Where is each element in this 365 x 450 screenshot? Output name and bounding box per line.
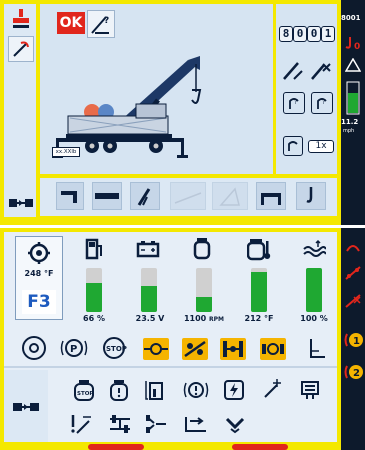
- battery-gauge-fill: [141, 285, 157, 312]
- svg-text:STOP: STOP: [77, 391, 93, 397]
- svg-text:?: ?: [322, 99, 325, 106]
- camera-switch-icon[interactable]: [8, 194, 34, 212]
- hook-block-warning-icon[interactable]: [343, 238, 363, 256]
- crane-hook-icon[interactable]: [8, 6, 34, 32]
- coolant-gauge-fill: [306, 268, 322, 312]
- transmission-temp-icon: [24, 240, 54, 266]
- alert-1-icon[interactable]: 1: [343, 330, 365, 350]
- engine-stop-icon[interactable]: STOP: [72, 378, 96, 402]
- svg-text:1: 1: [353, 336, 360, 347]
- ok-badge[interactable]: OK: [57, 12, 85, 34]
- counter-digit: 0: [307, 26, 321, 42]
- oil-level-icon[interactable]: [143, 378, 167, 402]
- toolbar-boom-button[interactable]: [92, 182, 122, 210]
- counter-digit: 0: [293, 26, 307, 42]
- charging-icon[interactable]: [222, 378, 246, 402]
- engine-temp-gauge-fill: [251, 272, 267, 312]
- section-divider: [4, 366, 337, 368]
- alert-2-icon[interactable]: 2: [343, 362, 365, 382]
- wind-sensor-icon[interactable]: [8, 36, 34, 62]
- display-icon[interactable]: [298, 378, 322, 402]
- toolbar-disabled-button: [170, 182, 206, 210]
- load-indicator-icon: [342, 80, 364, 116]
- speed-unit: mph: [343, 128, 355, 134]
- engine-warning-icon[interactable]: [107, 378, 131, 402]
- fuel-gauge: [86, 268, 102, 312]
- fuel-pump-icon: [84, 237, 106, 261]
- hook-warning-icon[interactable]: 0: [342, 34, 364, 52]
- crab-steer-icon[interactable]: [183, 412, 209, 436]
- all-wheel-steer-icon[interactable]: [143, 412, 169, 436]
- engine-temp-icon: [246, 236, 272, 262]
- brake-circuit-icon[interactable]: [183, 378, 209, 402]
- rpm-gauge-fill: [196, 296, 212, 312]
- rpm-gauge: [196, 268, 212, 312]
- reeving-icon[interactable]: [283, 136, 303, 156]
- coolant-value: 100 %: [300, 314, 328, 323]
- toolbar-crane-config-button[interactable]: [130, 182, 160, 210]
- differential-lock-front-icon[interactable]: [143, 338, 169, 360]
- inclination-icon[interactable]: [302, 336, 328, 360]
- coolant-gauge: [306, 268, 322, 312]
- counter-digit: 8: [279, 26, 293, 42]
- down-chevron-icon[interactable]: [222, 412, 248, 436]
- load-tag: xx.XXlb: [52, 147, 80, 157]
- engine-temp-gauge: [251, 268, 267, 312]
- svg-text:2: 2: [353, 368, 360, 379]
- svg-text:STOP: STOP: [106, 345, 127, 353]
- emergency-steering-icon[interactable]: [68, 412, 94, 436]
- bottom-red-button[interactable]: [88, 444, 144, 450]
- axle-lock-icon[interactable]: [182, 338, 208, 360]
- reeving-mode-badge[interactable]: 1x: [308, 140, 334, 153]
- steering-icon[interactable]: [260, 378, 284, 402]
- toolbar-disabled-button-2: [212, 182, 248, 210]
- parking-brake-icon[interactable]: P: [60, 336, 88, 360]
- engine-temp-value: 212 °F: [244, 314, 274, 323]
- hoist-config-2-icon[interactable]: ?: [311, 92, 333, 114]
- right-strip-value: 8001: [341, 14, 361, 22]
- svg-text:0: 0: [354, 42, 360, 51]
- battery-icon: [135, 238, 161, 260]
- speed-value: 11.2: [341, 118, 359, 126]
- rpm-number: 1100: [183, 314, 207, 323]
- differential-lock-rear-icon[interactable]: [260, 338, 286, 360]
- svg-text:?: ?: [294, 99, 297, 106]
- boom-warning-icon[interactable]: [309, 58, 333, 82]
- battery-value: 23.5 V: [135, 314, 165, 323]
- boom-angle-icon[interactable]: [281, 58, 305, 82]
- gear-indicator: F3: [22, 290, 56, 314]
- fuel-value: 66 %: [83, 314, 105, 323]
- camera-switch-icon[interactable]: [12, 398, 40, 416]
- svg-text:P: P: [70, 344, 77, 355]
- toolbar-hook-button[interactable]: [296, 182, 326, 210]
- engine-icon: [191, 236, 213, 262]
- svg-text:?: ?: [104, 16, 109, 26]
- axle-steer-icon[interactable]: [107, 412, 133, 436]
- battery-gauge: [141, 268, 157, 312]
- oil-temp-value: 248 °F: [24, 269, 54, 278]
- toolbar-jib-button[interactable]: [56, 182, 84, 210]
- fuel-gauge-fill: [86, 282, 102, 312]
- counter-digit: 1: [321, 26, 335, 42]
- rpm-value: 1100 RPM: [176, 314, 232, 323]
- differential-lock-center-icon[interactable]: [220, 338, 246, 360]
- slew-warning-icon[interactable]: [343, 264, 363, 282]
- brake-warning-icon[interactable]: [22, 336, 46, 360]
- load-unknown-icon[interactable]: ?: [87, 10, 115, 38]
- bottom-red-button-2[interactable]: [232, 444, 288, 450]
- coolant-level-icon: [301, 238, 327, 260]
- hoist-config-icon[interactable]: ?: [283, 92, 305, 114]
- toolbar-outrigger-button[interactable]: [256, 182, 286, 210]
- rpm-unit: RPM: [209, 316, 225, 323]
- stop-icon[interactable]: STOP: [100, 336, 128, 360]
- warning-triangle-icon[interactable]: [342, 56, 364, 74]
- boom-limit-warning-icon[interactable]: [343, 292, 363, 310]
